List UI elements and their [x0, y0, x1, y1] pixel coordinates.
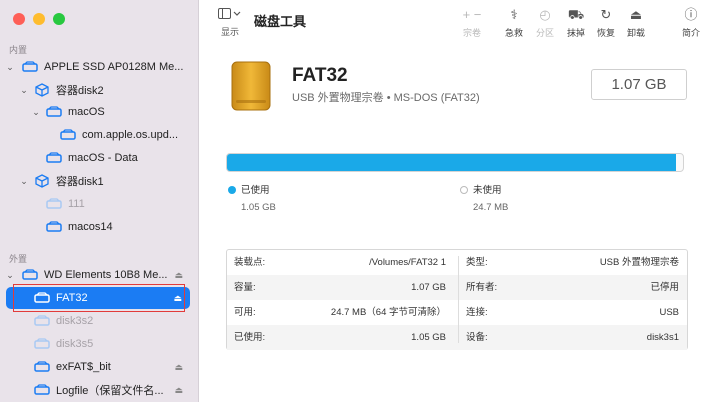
view-toggle-button[interactable]: 显示 — [218, 8, 242, 38]
close-window-button[interactable] — [13, 13, 25, 25]
volume-capacity-box: 1.07 GB — [591, 69, 687, 100]
sidebar-toggle-icon — [218, 8, 242, 23]
usage-bar — [226, 153, 684, 172]
eject-icon[interactable]: ⏏ — [174, 270, 183, 281]
volume-icon — [34, 360, 50, 374]
partition-icon: ◴ — [539, 7, 551, 22]
container-icon — [34, 83, 50, 97]
minimize-window-button[interactable] — [33, 13, 45, 25]
erase-icon: ⛟ — [567, 7, 585, 22]
first-aid-button[interactable]: ⚕ 急救 — [497, 7, 531, 39]
volume-icon — [46, 220, 62, 234]
info-column-divider — [458, 256, 459, 343]
unmount-icon: ⏏ — [629, 7, 643, 22]
volume-icon — [34, 291, 50, 305]
usage-bar-used-fill — [227, 154, 677, 171]
unmount-button[interactable]: ⏏ 卸载 — [619, 7, 653, 39]
volume-subtitle: USB 外置物理宗卷 • MS-DOS (FAT32) — [292, 92, 480, 104]
chevron-down-icon[interactable]: ⌄ — [30, 107, 42, 118]
volume-icon — [34, 337, 50, 351]
volume-icon — [46, 197, 62, 211]
volume-name: FAT32 — [292, 65, 348, 86]
info-row: 可用: 24.7 MB（64 字节可清除） 连接: USB — [234, 307, 679, 318]
chevron-down-icon[interactable]: ⌄ — [4, 270, 16, 281]
drive-icon — [22, 268, 38, 282]
container-icon — [34, 174, 50, 188]
volume-icon — [46, 105, 62, 119]
chevron-down-icon[interactable]: ⌄ — [18, 176, 30, 187]
sidebar-item-111[interactable]: 111 — [4, 193, 191, 215]
sidebar: 内置 ⌄ APPLE SSD AP0128M Me... ⌄ 容器disk2 ⌄… — [0, 0, 199, 402]
window-controls — [13, 13, 65, 25]
sidebar-item-disk3s2[interactable]: disk3s2 — [4, 310, 191, 332]
erase-button[interactable]: ⛟ 抹掉 — [559, 7, 593, 39]
info-row: 装载点: /Volumes/FAT32 1 类型: USB 外置物理宗卷 — [234, 257, 679, 268]
volume-icon — [34, 383, 50, 397]
volume-icon — [34, 314, 50, 328]
sidebar-item-logfile[interactable]: Logfile（保留文件名... ⏏ — [4, 379, 191, 401]
sidebar-item-apple-ssd[interactable]: ⌄ APPLE SSD AP0128M Me... — [4, 56, 191, 78]
eject-icon[interactable]: ⏏ — [173, 293, 182, 304]
app-title: 磁盘工具 — [254, 14, 307, 29]
external-disk-icon — [229, 60, 273, 112]
volume-add-remove-button[interactable]: + − 宗卷 — [455, 7, 489, 39]
sidebar-item-exfat-bit[interactable]: exFAT$_bit ⏏ — [4, 356, 191, 378]
volume-icon — [46, 151, 62, 165]
info-row: 容量: 1.07 GB 所有者: 已停用 — [227, 275, 687, 300]
sidebar-item-fat32[interactable]: FAT32 ⏏ — [6, 287, 190, 309]
sidebar-item-macos14[interactable]: macos14 — [4, 216, 191, 238]
restore-button[interactable]: ↻ 恢复 — [589, 7, 623, 39]
free-dot-icon — [460, 186, 468, 194]
restore-icon: ↻ — [600, 7, 612, 22]
zoom-window-button[interactable] — [53, 13, 65, 25]
drive-icon — [22, 60, 38, 74]
sidebar-item-macos[interactable]: ⌄ macOS — [4, 101, 191, 123]
sidebar-item-snapshot[interactable]: com.apple.os.upd... — [4, 124, 191, 146]
sidebar-item-container-disk2[interactable]: ⌄ 容器disk2 — [4, 79, 191, 101]
plus-minus-icon: + − — [462, 7, 482, 22]
eject-icon[interactable]: ⏏ — [174, 362, 183, 373]
section-internal-label: 内置 — [9, 45, 28, 55]
sidebar-item-container-disk1[interactable]: ⌄ 容器disk1 — [4, 170, 191, 192]
info-row: 已使用: 1.05 GB 设备: disk3s1 — [227, 325, 687, 350]
used-dot-icon — [228, 186, 236, 194]
chevron-down-icon[interactable]: ⌄ — [4, 62, 16, 73]
info-icon: ⓘ — [684, 7, 698, 22]
sidebar-item-wd-elements[interactable]: ⌄ WD Elements 10B8 Me... ⏏ — [4, 264, 191, 286]
legend-free: 未使用 24.7 MB — [460, 182, 508, 213]
volume-icon — [60, 128, 76, 142]
toolbar: 显示 磁盘工具 + − 宗卷 ⚕ 急救 ◴ 分区 ⛟ 抹掉 ↻ 恢复 ⏏ 卸载 … — [200, 0, 707, 46]
first-aid-icon: ⚕ — [510, 7, 518, 22]
eject-icon[interactable]: ⏏ — [174, 385, 183, 396]
volume-info-table: 装载点: /Volumes/FAT32 1 类型: USB 外置物理宗卷 容量:… — [226, 249, 688, 350]
partition-button[interactable]: ◴ 分区 — [528, 7, 562, 39]
chevron-down-icon[interactable]: ⌄ — [18, 85, 30, 96]
sidebar-item-disk3s5[interactable]: disk3s5 — [4, 333, 191, 355]
legend-used: 已使用 1.05 GB — [228, 182, 276, 213]
sidebar-item-macos-data[interactable]: macOS - Data — [4, 147, 191, 169]
info-button[interactable]: ⓘ 简介 — [674, 7, 707, 39]
